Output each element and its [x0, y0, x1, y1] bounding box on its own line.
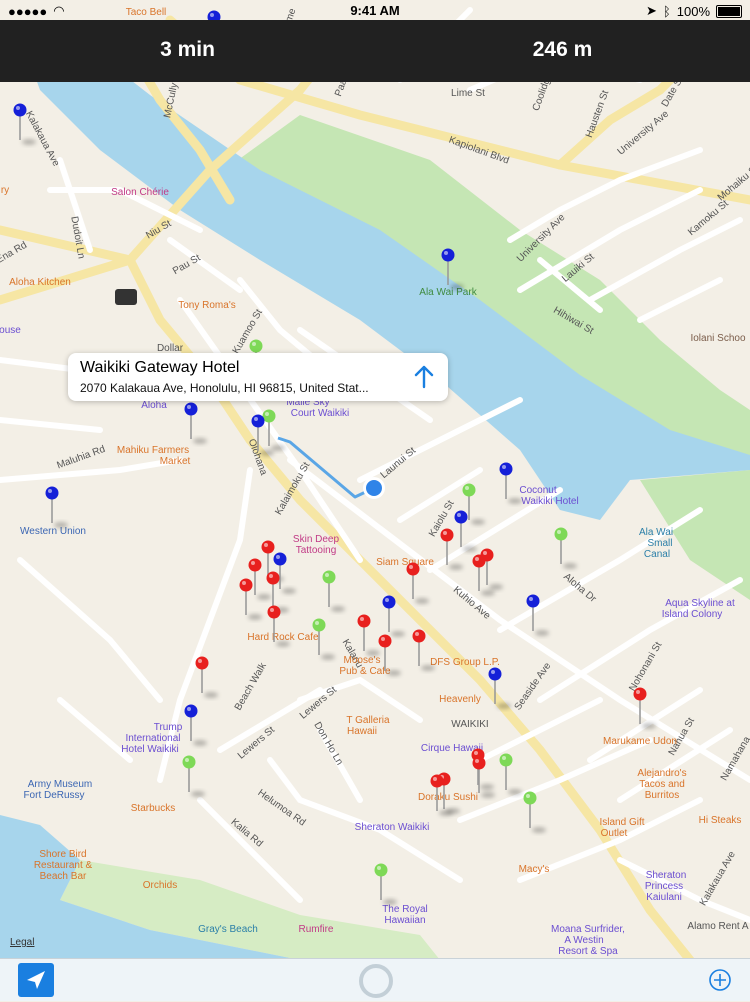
- battery-percent: 100%: [676, 3, 710, 19]
- poi-label: Shore Bird: [39, 849, 86, 860]
- poi-label: WAIKIKI: [451, 719, 488, 730]
- locate-button[interactable]: [18, 963, 54, 997]
- poi-label: Coconut: [519, 485, 556, 496]
- poi-label: Pub & Cafe: [339, 666, 391, 677]
- poi-label: Aqua Skyline at: [665, 598, 735, 609]
- poi-label: Tacos and: [639, 779, 685, 790]
- poi-label: Hotel Waikiki: [121, 744, 178, 755]
- poi-label: Hawaii: [347, 726, 377, 737]
- highway-shield-icon: [115, 289, 137, 305]
- poi-label: Court Waikiki: [291, 408, 350, 419]
- poi-label: Iolani Schoo: [690, 333, 745, 344]
- battery-icon: [716, 4, 742, 18]
- poi-label: Small: [647, 538, 672, 549]
- place-callout[interactable]: Waikiki Gateway Hotel 2070 Kalakaua Ave,…: [68, 353, 448, 401]
- poi-label: Ala Wai: [639, 527, 673, 538]
- poi-label: DFS Group L.P.: [430, 657, 500, 668]
- poi-label: Rumfire: [298, 924, 333, 935]
- poi-label: ry: [1, 185, 9, 196]
- street-label: Lime St: [451, 88, 485, 99]
- poi-label: Siam Square: [376, 557, 434, 568]
- poi-label: Skin Deep: [293, 534, 340, 545]
- poi-label: Moana Surfrider,: [551, 924, 625, 935]
- add-circle-icon[interactable]: [708, 968, 732, 992]
- poi-label: Western Union: [20, 526, 86, 537]
- poi-label: Trump: [154, 722, 183, 733]
- poi-label: Beach Bar: [40, 871, 87, 882]
- poi-label: Island Gift: [599, 817, 644, 828]
- poi-label: Market: [160, 456, 191, 467]
- poi-label: Macy's: [519, 864, 550, 875]
- bluetooth-icon: ᛒ: [662, 3, 671, 19]
- poi-label: T Galleria: [346, 715, 390, 726]
- location-services-icon: ➤: [646, 3, 657, 18]
- poi-label: Moose's: [344, 655, 381, 666]
- poi-label: Kaiulani: [646, 892, 682, 903]
- poi-label: Doraku Sushi: [418, 792, 478, 803]
- location-arrow-icon: [27, 971, 45, 989]
- poi-label: Tattooing: [296, 545, 337, 556]
- callout-title: Waikiki Gateway Hotel: [80, 359, 240, 376]
- poi-label: Fort DeRussy: [23, 790, 84, 801]
- poi-label: Island Colony: [662, 609, 723, 620]
- poi-label: Hawaiian: [384, 915, 425, 926]
- poi-label: Sheraton Waikiki: [355, 822, 430, 833]
- poi-label: Restaurant &: [34, 860, 93, 871]
- poi-label: Resort & Spa: [558, 946, 618, 957]
- poi-label: Alejandro's: [637, 768, 686, 779]
- poi-label: Canal: [644, 549, 670, 560]
- bottom-toolbar: [0, 958, 750, 1001]
- callout-address: 2070 Kalakaua Ave, Honolulu, HI 96815, U…: [80, 381, 369, 395]
- poi-label: Starbucks: [131, 803, 175, 814]
- poi-label: Waikiki Hotel: [521, 496, 578, 507]
- poi-label: Hi Steaks: [699, 815, 742, 826]
- status-bar: ●●●●● ◠ 9:41 AM ➤ ᛒ 100%: [0, 0, 750, 20]
- poi-label: Aloha Kitchen: [9, 277, 71, 288]
- legal-link[interactable]: Legal: [10, 937, 34, 948]
- poi-label: International: [125, 733, 180, 744]
- poi-label: A Westin: [564, 935, 603, 946]
- poi-label: Princess: [645, 881, 683, 892]
- status-time: 9:41 AM: [350, 3, 400, 18]
- status-right: ➤ ᛒ 100%: [646, 3, 742, 19]
- poi-label: Orchids: [143, 880, 177, 891]
- poi-label: Ala Wai Park: [419, 287, 477, 298]
- poi-label: ouse: [0, 325, 21, 336]
- poi-label: Marukame Udon: [603, 736, 677, 747]
- poi-label: Tony Roma's: [178, 300, 236, 311]
- poi-label: Alamo Rent A: [687, 921, 748, 932]
- poi-label: Gray's Beach: [198, 924, 258, 935]
- route-distance: 246 m: [532, 38, 593, 61]
- poi-label: Heavenly: [439, 694, 481, 705]
- poi-label: Outlet: [601, 828, 628, 839]
- user-location-marker: [363, 477, 385, 499]
- poi-label: Mahiku Farmers: [117, 445, 189, 456]
- route-summary-bar: 3 min 246 m: [0, 20, 750, 82]
- arrow-up-icon[interactable]: [410, 363, 438, 391]
- poi-label: Sheraton: [646, 870, 687, 881]
- route-eta: 3 min: [160, 38, 215, 61]
- poi-label: Army Museum: [28, 779, 92, 790]
- map-view[interactable]: Kalakaua AveMcCully StKapiolani Blvd Univ…: [0, 0, 750, 1000]
- poi-label: Salon Chérie: [111, 187, 169, 198]
- poi-label: The Royal: [382, 904, 428, 915]
- poi-label: Aloha: [141, 400, 167, 411]
- poi-label: Burritos: [645, 790, 679, 801]
- loading-spinner-icon: [359, 964, 393, 998]
